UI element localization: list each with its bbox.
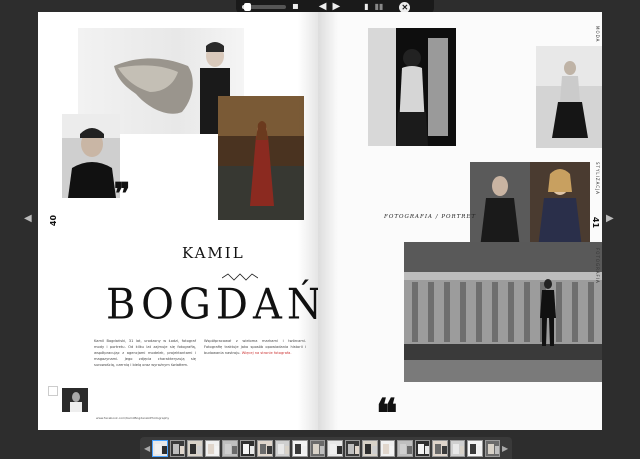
zoom-slider-knob[interactable] [244,3,252,11]
photo-woman-red-dress [218,96,304,220]
right-page: FOTOGRAFIA / PORTRET ❝ 41 MODA STYLIZACJ… [318,12,602,430]
page-thumbnail[interactable] [257,439,273,457]
photo-woman-back [368,28,456,146]
page-thumbnail[interactable] [239,439,255,457]
body-column-left: Kamil Bogdański, 31 lat, urodzony w Łodz… [94,339,196,367]
photo-woman-standing [536,46,602,148]
article-title-last-name: BOGDAŃSKI [106,280,318,330]
article-title-first-name: KAMIL [182,244,245,262]
photographer-credit[interactable]: www.facebook.com/KamilBogdanskiPhotograp… [96,416,169,420]
page-thumbnail[interactable] [274,439,290,457]
page-thumbnail[interactable] [169,439,185,457]
side-label-top: MODA [595,26,600,43]
page-thumbnail[interactable] [204,439,220,457]
photo-two-women [470,162,590,248]
body-highlight: Więcej na stronie fotografa. [241,351,292,355]
close-icon[interactable]: ✕ [399,1,411,13]
page-thumbnail[interactable] [309,439,325,457]
page-thumbnail[interactable] [484,439,500,457]
thumbnail-next-arrow[interactable]: ▶ [502,444,508,453]
page-thumbnail[interactable] [187,439,203,457]
corner-mark [48,386,58,396]
page-thumbnail[interactable] [362,439,378,457]
page-thumbnail[interactable] [327,439,343,457]
side-label-mid: STYLIZACJA [595,162,600,195]
page-thumbnail[interactable] [449,439,465,457]
photo-man-balustrade [404,242,602,382]
photo-small-author [62,388,88,412]
body-column-right: Współpracował z wieloma markami i twórca… [204,338,306,356]
page-number-left: 40 [49,214,59,227]
book-spine-shadow-left [298,12,318,430]
page-thumbnail[interactable] [222,439,238,457]
side-label-bottom: FOTOGRAFIA [595,248,600,284]
section-tagline: FOTOGRAFIA / PORTRET [384,214,477,220]
page-number-right: 41 [591,216,601,229]
page-thumbnail[interactable] [379,439,395,457]
next-page-arrow[interactable]: ▶ [606,213,614,224]
page-thumbnail[interactable] [152,439,168,457]
page-thumbnail[interactable] [467,439,483,457]
page-thumbnail[interactable] [432,439,448,457]
page-thumbnail[interactable] [344,439,360,457]
page-thumbnail[interactable] [397,439,413,457]
thumbnail-prev-arrow[interactable]: ◀ [144,444,150,453]
page-thumbnail[interactable] [292,439,308,457]
magazine-viewer: ▪ ◀ ▶ ▮ ▮▮ ✕ ◀ ▶ ❞ 40 KAMIL BOGDA Kamil … [0,0,640,459]
quote-mark-left: ❞ [114,177,131,212]
thumbnail-strip: ◀ ▶ [140,437,512,459]
page-thumbnail[interactable] [414,439,430,457]
quote-mark-right: ❝ [376,390,398,431]
book-spine-shadow-right [318,12,338,430]
left-page: ❞ 40 KAMIL BOGDAŃSKI Kamil Bogdański, 31… [38,12,318,430]
photo-man-portrait [62,114,120,198]
zoom-slider[interactable] [242,3,286,11]
previous-page-arrow[interactable]: ◀ [24,213,32,224]
